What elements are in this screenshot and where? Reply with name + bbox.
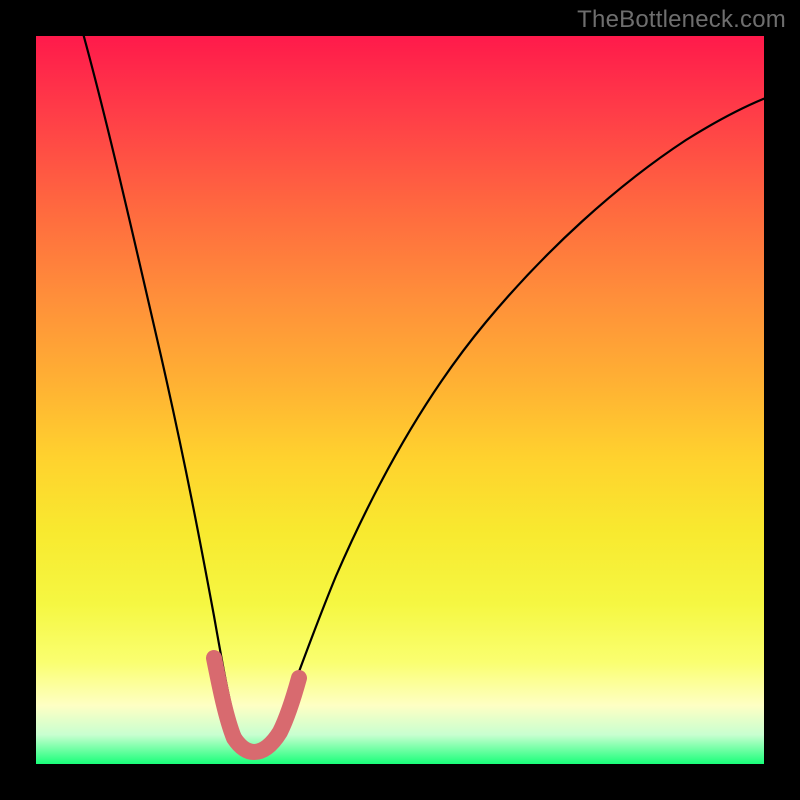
plot-area [36, 36, 764, 764]
curve-layer [36, 36, 764, 764]
chart-frame: TheBottleneck.com [0, 0, 800, 800]
bottleneck-curve [81, 36, 764, 748]
attribution-label: TheBottleneck.com [577, 6, 786, 34]
optimal-range-highlight [214, 658, 299, 752]
